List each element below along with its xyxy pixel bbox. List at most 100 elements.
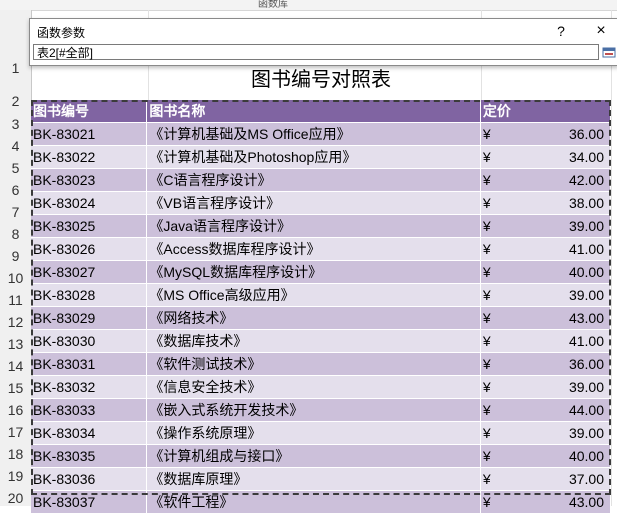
row-number[interactable]: 8 xyxy=(0,223,31,245)
book-code-cell[interactable]: BK-83030 xyxy=(31,329,148,353)
book-code-cell[interactable]: BK-83035 xyxy=(31,444,148,468)
price-value: 34.00 xyxy=(568,149,604,165)
row-number[interactable]: 19 xyxy=(0,465,31,487)
header-price[interactable]: 定价 xyxy=(480,100,612,123)
price-value: 40.00 xyxy=(568,448,604,464)
row-number[interactable]: 12 xyxy=(0,311,31,333)
table-row: BK-83035 《计算机组成与接口》 ¥40.00 xyxy=(31,444,612,468)
price-cell[interactable]: ¥41.00 xyxy=(480,329,612,353)
book-code-cell[interactable]: BK-83029 xyxy=(31,306,148,330)
row-number[interactable]: 14 xyxy=(0,355,31,377)
price-value: 43.00 xyxy=(568,494,604,510)
table-header-row: 图书编号 图书名称 定价 xyxy=(31,100,612,123)
book-name-cell[interactable]: 《软件工程》 xyxy=(146,490,481,514)
currency-symbol: ¥ xyxy=(482,126,491,142)
row-number[interactable]: 7 xyxy=(0,201,31,223)
table-row: BK-83026 《Access数据库程序设计》 ¥41.00 xyxy=(31,237,612,261)
book-name-cell[interactable]: 《操作系统原理》 xyxy=(146,421,481,445)
row-number[interactable]: 15 xyxy=(0,377,31,399)
row-number[interactable]: 4 xyxy=(0,135,31,157)
book-code-cell[interactable]: BK-83027 xyxy=(31,260,148,284)
book-name-cell[interactable]: 《计算机基础及MS Office应用》 xyxy=(146,122,481,146)
price-value: 44.00 xyxy=(568,402,604,418)
sheet-title[interactable]: 图书编号对照表 xyxy=(31,62,611,98)
price-cell[interactable]: ¥41.00 xyxy=(480,237,612,261)
price-cell[interactable]: ¥39.00 xyxy=(480,375,612,399)
price-cell[interactable]: ¥40.00 xyxy=(480,444,612,468)
book-code-cell[interactable]: BK-83028 xyxy=(31,283,148,307)
row-number[interactable]: 10 xyxy=(0,267,31,289)
price-value: 37.00 xyxy=(568,471,604,487)
row-number[interactable]: 17 xyxy=(0,421,31,443)
argument-input[interactable]: 表2[#全部] xyxy=(33,44,599,60)
book-name-cell[interactable]: 《数据库原理》 xyxy=(146,467,481,491)
row-number[interactable]: 11 xyxy=(0,289,31,311)
price-cell[interactable]: ¥44.00 xyxy=(480,398,612,422)
worksheet[interactable]: 1 2 3 4 5 6 7 8 9 10 11 12 13 14 15 16 17 18 19 20 图书编号对照表 … xyxy=(0,10,617,514)
price-cell[interactable]: ¥39.00 xyxy=(480,421,612,445)
book-name-cell[interactable]: 《C语言程序设计》 xyxy=(146,168,481,192)
book-name-cell[interactable]: 《嵌入式系统开发技术》 xyxy=(146,398,481,422)
help-button[interactable]: ? xyxy=(551,21,571,41)
book-code-cell[interactable]: BK-83021 xyxy=(31,122,148,146)
book-code-cell[interactable]: BK-83032 xyxy=(31,375,148,399)
book-code-cell[interactable]: BK-83037 xyxy=(31,490,148,514)
price-cell[interactable]: ¥43.00 xyxy=(480,306,612,330)
price-value: 41.00 xyxy=(568,333,604,349)
book-code-cell[interactable]: BK-83025 xyxy=(31,214,148,238)
price-cell[interactable]: ¥40.00 xyxy=(480,260,612,284)
book-name-cell[interactable]: 《MS Office高级应用》 xyxy=(146,283,481,307)
book-code-cell[interactable]: BK-83023 xyxy=(31,168,148,192)
price-cell[interactable]: ¥34.00 xyxy=(480,145,612,169)
price-cell[interactable]: ¥39.00 xyxy=(480,214,612,238)
price-value: 43.00 xyxy=(568,310,604,326)
price-value: 42.00 xyxy=(568,172,604,188)
table-row: BK-83027 《MySQL数据库程序设计》 ¥40.00 xyxy=(31,260,612,284)
price-value: 38.00 xyxy=(568,195,604,211)
row-number[interactable]: 6 xyxy=(0,179,31,201)
book-code-cell[interactable]: BK-83031 xyxy=(31,352,148,376)
currency-symbol: ¥ xyxy=(482,241,491,257)
book-code-cell[interactable]: BK-83026 xyxy=(31,237,148,261)
book-code-cell[interactable]: BK-83024 xyxy=(31,191,148,215)
book-code-cell[interactable]: BK-83033 xyxy=(31,398,148,422)
book-code-cell[interactable]: BK-83036 xyxy=(31,467,148,491)
book-name-cell[interactable]: 《网络技术》 xyxy=(146,306,481,330)
currency-symbol: ¥ xyxy=(482,402,491,418)
row-number[interactable]: 2 xyxy=(0,90,31,112)
book-name-cell[interactable]: 《MySQL数据库程序设计》 xyxy=(146,260,481,284)
row-number[interactable]: 13 xyxy=(0,333,31,355)
book-name-cell[interactable]: 《Access数据库程序设计》 xyxy=(146,237,481,261)
row-number[interactable]: 9 xyxy=(0,245,31,267)
price-cell[interactable]: ¥36.00 xyxy=(480,352,612,376)
book-name-cell[interactable]: 《信息安全技术》 xyxy=(146,375,481,399)
expand-dialog-icon[interactable] xyxy=(602,44,616,60)
book-name-cell[interactable]: 《计算机基础及Photoshop应用》 xyxy=(146,145,481,169)
price-cell[interactable]: ¥36.00 xyxy=(480,122,612,146)
book-code-cell[interactable]: BK-83034 xyxy=(31,421,148,445)
table-row: BK-83023 《C语言程序设计》 ¥42.00 xyxy=(31,168,612,192)
close-button[interactable]: × xyxy=(590,21,612,41)
column-gridline xyxy=(611,10,612,506)
header-name[interactable]: 图书名称 xyxy=(146,100,481,123)
row-number[interactable]: 1 xyxy=(0,57,31,79)
currency-symbol: ¥ xyxy=(482,333,491,349)
price-cell[interactable]: ¥42.00 xyxy=(480,168,612,192)
book-name-cell[interactable]: 《计算机组成与接口》 xyxy=(146,444,481,468)
book-name-cell[interactable]: 《Java语言程序设计》 xyxy=(146,214,481,238)
price-cell[interactable]: ¥38.00 xyxy=(480,191,612,215)
header-code[interactable]: 图书编号 xyxy=(31,100,148,123)
price-cell[interactable]: ¥39.00 xyxy=(480,283,612,307)
price-cell[interactable]: ¥37.00 xyxy=(480,467,612,491)
price-value: 40.00 xyxy=(568,264,604,280)
row-number[interactable]: 3 xyxy=(0,113,31,135)
row-number[interactable]: 18 xyxy=(0,443,31,465)
row-number[interactable]: 16 xyxy=(0,399,31,421)
book-name-cell[interactable]: 《软件测试技术》 xyxy=(146,352,481,376)
book-code-cell[interactable]: BK-83022 xyxy=(31,145,148,169)
price-value: 41.00 xyxy=(568,241,604,257)
book-name-cell[interactable]: 《数据库技术》 xyxy=(146,329,481,353)
book-name-cell[interactable]: 《VB语言程序设计》 xyxy=(146,191,481,215)
row-number[interactable]: 5 xyxy=(0,157,31,179)
price-cell[interactable]: ¥43.00 xyxy=(480,490,612,514)
